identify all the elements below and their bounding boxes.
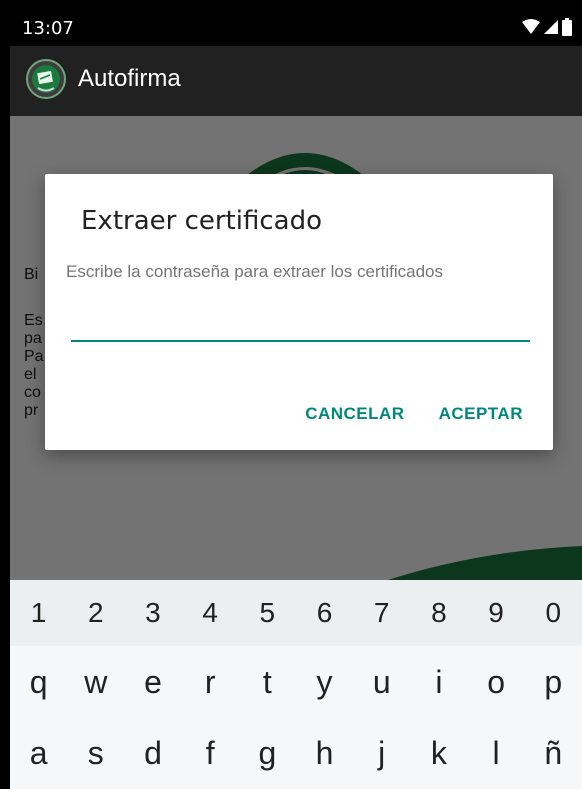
key-9[interactable]: 9 <box>468 580 525 646</box>
signal-icon <box>544 20 558 34</box>
key-0[interactable]: 0 <box>525 580 582 646</box>
password-input[interactable] <box>71 304 530 342</box>
key-s[interactable]: s <box>67 718 124 789</box>
key-t[interactable]: t <box>239 646 296 718</box>
key-7[interactable]: 7 <box>353 580 410 646</box>
keyboard-number-row: 1 2 3 4 5 6 7 8 9 0 <box>10 580 582 646</box>
key-i[interactable]: i <box>410 646 467 718</box>
key-2[interactable]: 2 <box>67 580 124 646</box>
dialog-message: Escribe la contraseña para extraer los c… <box>66 262 444 281</box>
keyboard-asdf-row: a s d f g h j k l ñ <box>10 718 582 789</box>
key-1[interactable]: 1 <box>10 580 67 646</box>
soft-keyboard: 1 2 3 4 5 6 7 8 9 0 q w e r t y u i o p … <box>10 580 582 789</box>
autofirma-logo-icon <box>26 59 66 99</box>
key-3[interactable]: 3 <box>124 580 181 646</box>
key-l[interactable]: l <box>468 718 525 789</box>
key-5[interactable]: 5 <box>239 580 296 646</box>
key-p[interactable]: p <box>525 646 582 718</box>
key-d[interactable]: d <box>124 718 181 789</box>
cancel-button[interactable]: CANCELAR <box>305 404 404 424</box>
keyboard-qwerty-row: q w e r t y u i o p <box>10 646 582 718</box>
wifi-icon <box>522 19 540 34</box>
key-w[interactable]: w <box>67 646 124 718</box>
key-e[interactable]: e <box>124 646 181 718</box>
key-r[interactable]: r <box>182 646 239 718</box>
key-n-tilde[interactable]: ñ <box>525 718 582 789</box>
key-q[interactable]: q <box>10 646 67 718</box>
status-bar: 13:07 <box>10 10 582 46</box>
key-8[interactable]: 8 <box>410 580 467 646</box>
key-o[interactable]: o <box>468 646 525 718</box>
key-6[interactable]: 6 <box>296 580 353 646</box>
dialog-buttons: CANCELAR ACEPTAR <box>305 404 523 424</box>
key-4[interactable]: 4 <box>182 580 239 646</box>
key-g[interactable]: g <box>239 718 296 789</box>
key-u[interactable]: u <box>353 646 410 718</box>
extract-certificate-dialog: Extraer certificado Escribe la contraseñ… <box>45 174 553 450</box>
dialog-title: Extraer certificado <box>81 206 322 236</box>
status-icons <box>522 18 572 36</box>
key-a[interactable]: a <box>10 718 67 789</box>
phone-screen: 13:07 Autofirma Bi Es pa Pa el co <box>10 10 582 789</box>
key-y[interactable]: y <box>296 646 353 718</box>
status-time: 13:07 <box>22 18 74 39</box>
key-f[interactable]: f <box>182 718 239 789</box>
key-k[interactable]: k <box>410 718 467 789</box>
battery-icon <box>562 18 572 36</box>
app-title: Autofirma <box>78 65 181 92</box>
accept-button[interactable]: ACEPTAR <box>439 404 523 424</box>
key-h[interactable]: h <box>296 718 353 789</box>
key-j[interactable]: j <box>353 718 410 789</box>
app-bar: Autofirma <box>10 46 582 116</box>
